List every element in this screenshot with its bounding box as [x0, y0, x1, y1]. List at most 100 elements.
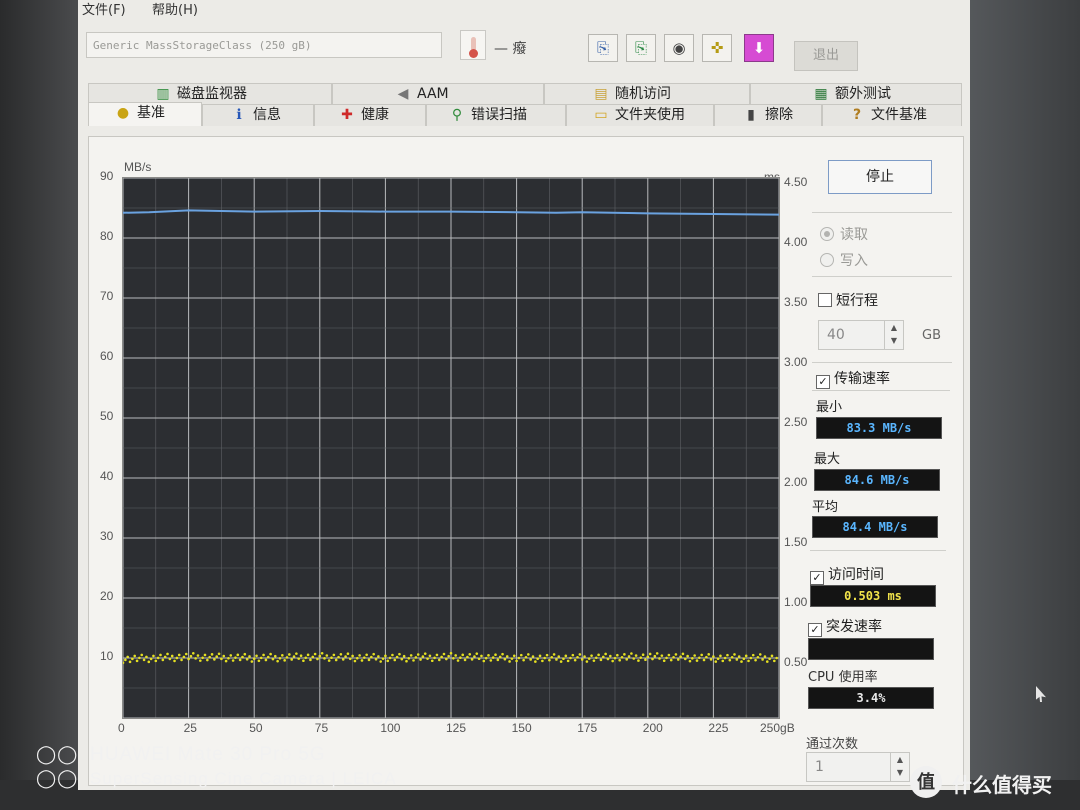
access-time-point: [299, 654, 303, 658]
min-label: 最小: [816, 400, 843, 415]
access-time-point: [346, 652, 350, 656]
access-time-point: [332, 653, 336, 657]
stop-button[interactable]: 停止: [828, 160, 932, 194]
access-time-point: [252, 657, 256, 661]
spinner-arrows-icon[interactable]: ▲ ▼: [890, 753, 909, 781]
x-tick-label: 0: [118, 721, 125, 735]
tab-extra-tests[interactable]: ▦ 额外测试: [750, 83, 962, 105]
checkbox-box: ✓: [810, 571, 824, 585]
exit-button[interactable]: 退出: [794, 41, 858, 71]
access-time-point: [613, 656, 617, 660]
tab-folder-usage[interactable]: ▭ 文件夹使用: [566, 104, 714, 126]
menu-bar: 文件(F) 帮助(H): [78, 0, 970, 18]
access-time-point: [170, 654, 174, 658]
access-time-point: [484, 656, 488, 660]
menu-file[interactable]: 文件(F): [82, 0, 126, 18]
short-stroke-checkbox[interactable]: 短行程: [818, 290, 878, 310]
y-right-tick-label: 2.50: [784, 415, 808, 429]
y-right-tick-label: 1.00: [784, 595, 808, 609]
checkbox-box: [818, 293, 832, 307]
lightbulb-icon: ●: [116, 105, 130, 121]
x-tick-label: 225: [708, 721, 729, 735]
access-time-point: [564, 654, 568, 658]
access-time-checkbox[interactable]: ✓ 访问时间: [810, 564, 884, 585]
tab-health[interactable]: ✚ 健康: [314, 104, 426, 126]
tab-erase[interactable]: ▮ 擦除: [714, 104, 822, 126]
access-time-point: [306, 653, 310, 657]
access-time-point: [393, 658, 397, 662]
tab-error-scan[interactable]: ⚲ 错误扫描: [426, 104, 566, 126]
access-time-point: [126, 655, 129, 659]
access-time-point: [733, 653, 736, 656]
access-time-point: [140, 653, 144, 657]
access-time-point: [646, 655, 650, 659]
access-time-point: [124, 658, 127, 662]
access-time-point: [627, 655, 631, 658]
access-time-point: [414, 656, 418, 659]
temperature-readout: — 癈: [494, 41, 527, 57]
read-radio[interactable]: 读取: [820, 224, 868, 244]
access-time-point: [541, 659, 544, 663]
tab-aam[interactable]: ◀ AAM: [332, 83, 544, 105]
access-time-point: [264, 658, 268, 662]
x-tick-label: 75: [314, 721, 329, 735]
access-time-point: [583, 655, 586, 658]
access-time-point: [698, 656, 701, 660]
access-time-point: [601, 655, 605, 659]
access-time-point: [512, 654, 516, 658]
tab-label: 文件夹使用: [615, 107, 685, 123]
access-time-point: [363, 656, 366, 659]
access-time-point: [409, 654, 413, 657]
save-button[interactable]: ⬇: [744, 34, 774, 62]
write-radio[interactable]: 写入: [820, 250, 868, 270]
copy-text-button[interactable]: ⎘: [588, 34, 618, 62]
access-time-point: [236, 653, 240, 657]
access-time-point: [412, 659, 415, 662]
burst-rate-checkbox[interactable]: ✓ 突发速率: [808, 616, 882, 637]
tab-label: 额外测试: [835, 86, 891, 102]
screenshot-button[interactable]: ◉: [664, 34, 694, 62]
speaker-icon: ◀: [397, 86, 409, 102]
tab-file-benchmark[interactable]: ? 文件基准: [822, 104, 962, 126]
avg-rate-value: 84.4 MB/s: [812, 516, 938, 538]
options-button[interactable]: ✜: [702, 34, 732, 62]
transfer-rate-checkbox[interactable]: ✓ 传输速率: [816, 368, 890, 389]
access-time-point: [606, 657, 610, 661]
y-left-tick-label: 60: [100, 349, 114, 363]
access-time-point: [257, 659, 261, 663]
access-time-point: [679, 655, 682, 658]
access-time-point: [749, 656, 753, 660]
tab-random-access[interactable]: ▤ 随机访问: [544, 83, 750, 105]
trash-icon: ▮: [747, 107, 755, 123]
copy-screenshot-button[interactable]: ⎘: [626, 34, 656, 62]
y-right-tick-label: 3.50: [784, 295, 808, 309]
access-time-point: [637, 659, 640, 662]
access-time-point: [667, 653, 671, 657]
access-time-point: [288, 653, 291, 656]
access-time-point: [681, 652, 685, 656]
tab-label: 基准: [137, 105, 165, 121]
passes-spinner[interactable]: 1 ▲ ▼: [806, 752, 910, 782]
spinner-arrows-icon[interactable]: ▲ ▼: [884, 321, 903, 349]
access-time-point: [524, 655, 528, 659]
access-time-point: [445, 657, 448, 661]
copy-screenshot-icon: ⎘: [634, 39, 647, 57]
x-tick-label: 150: [511, 721, 532, 735]
benchmark-chart: [121, 177, 780, 719]
tab-row-bottom: ● 基准 ℹ 信息 ✚ 健康 ⚲ 错误扫描 ▭ 文件夹使用 ▮ 擦除 ? 文件基准: [88, 102, 962, 126]
short-stroke-spinner[interactable]: 40 ▲ ▼: [818, 320, 904, 350]
tab-info[interactable]: ℹ 信息: [202, 104, 314, 126]
tab-benchmark[interactable]: ● 基准: [88, 102, 202, 126]
access-time-point: [470, 658, 474, 661]
access-time-point: [573, 658, 577, 662]
access-time-point: [529, 658, 532, 661]
drive-select[interactable]: Generic MassStorageClass (250 gB): [86, 32, 442, 58]
access-time-point: [234, 656, 237, 659]
access-time-point: [712, 655, 715, 658]
access-time-point: [590, 654, 593, 657]
access-time-point: [543, 656, 547, 660]
access-time-point: [437, 658, 441, 662]
access-time-point: [290, 658, 293, 661]
access-time-point: [744, 654, 748, 658]
menu-help[interactable]: 帮助(H): [152, 0, 198, 18]
